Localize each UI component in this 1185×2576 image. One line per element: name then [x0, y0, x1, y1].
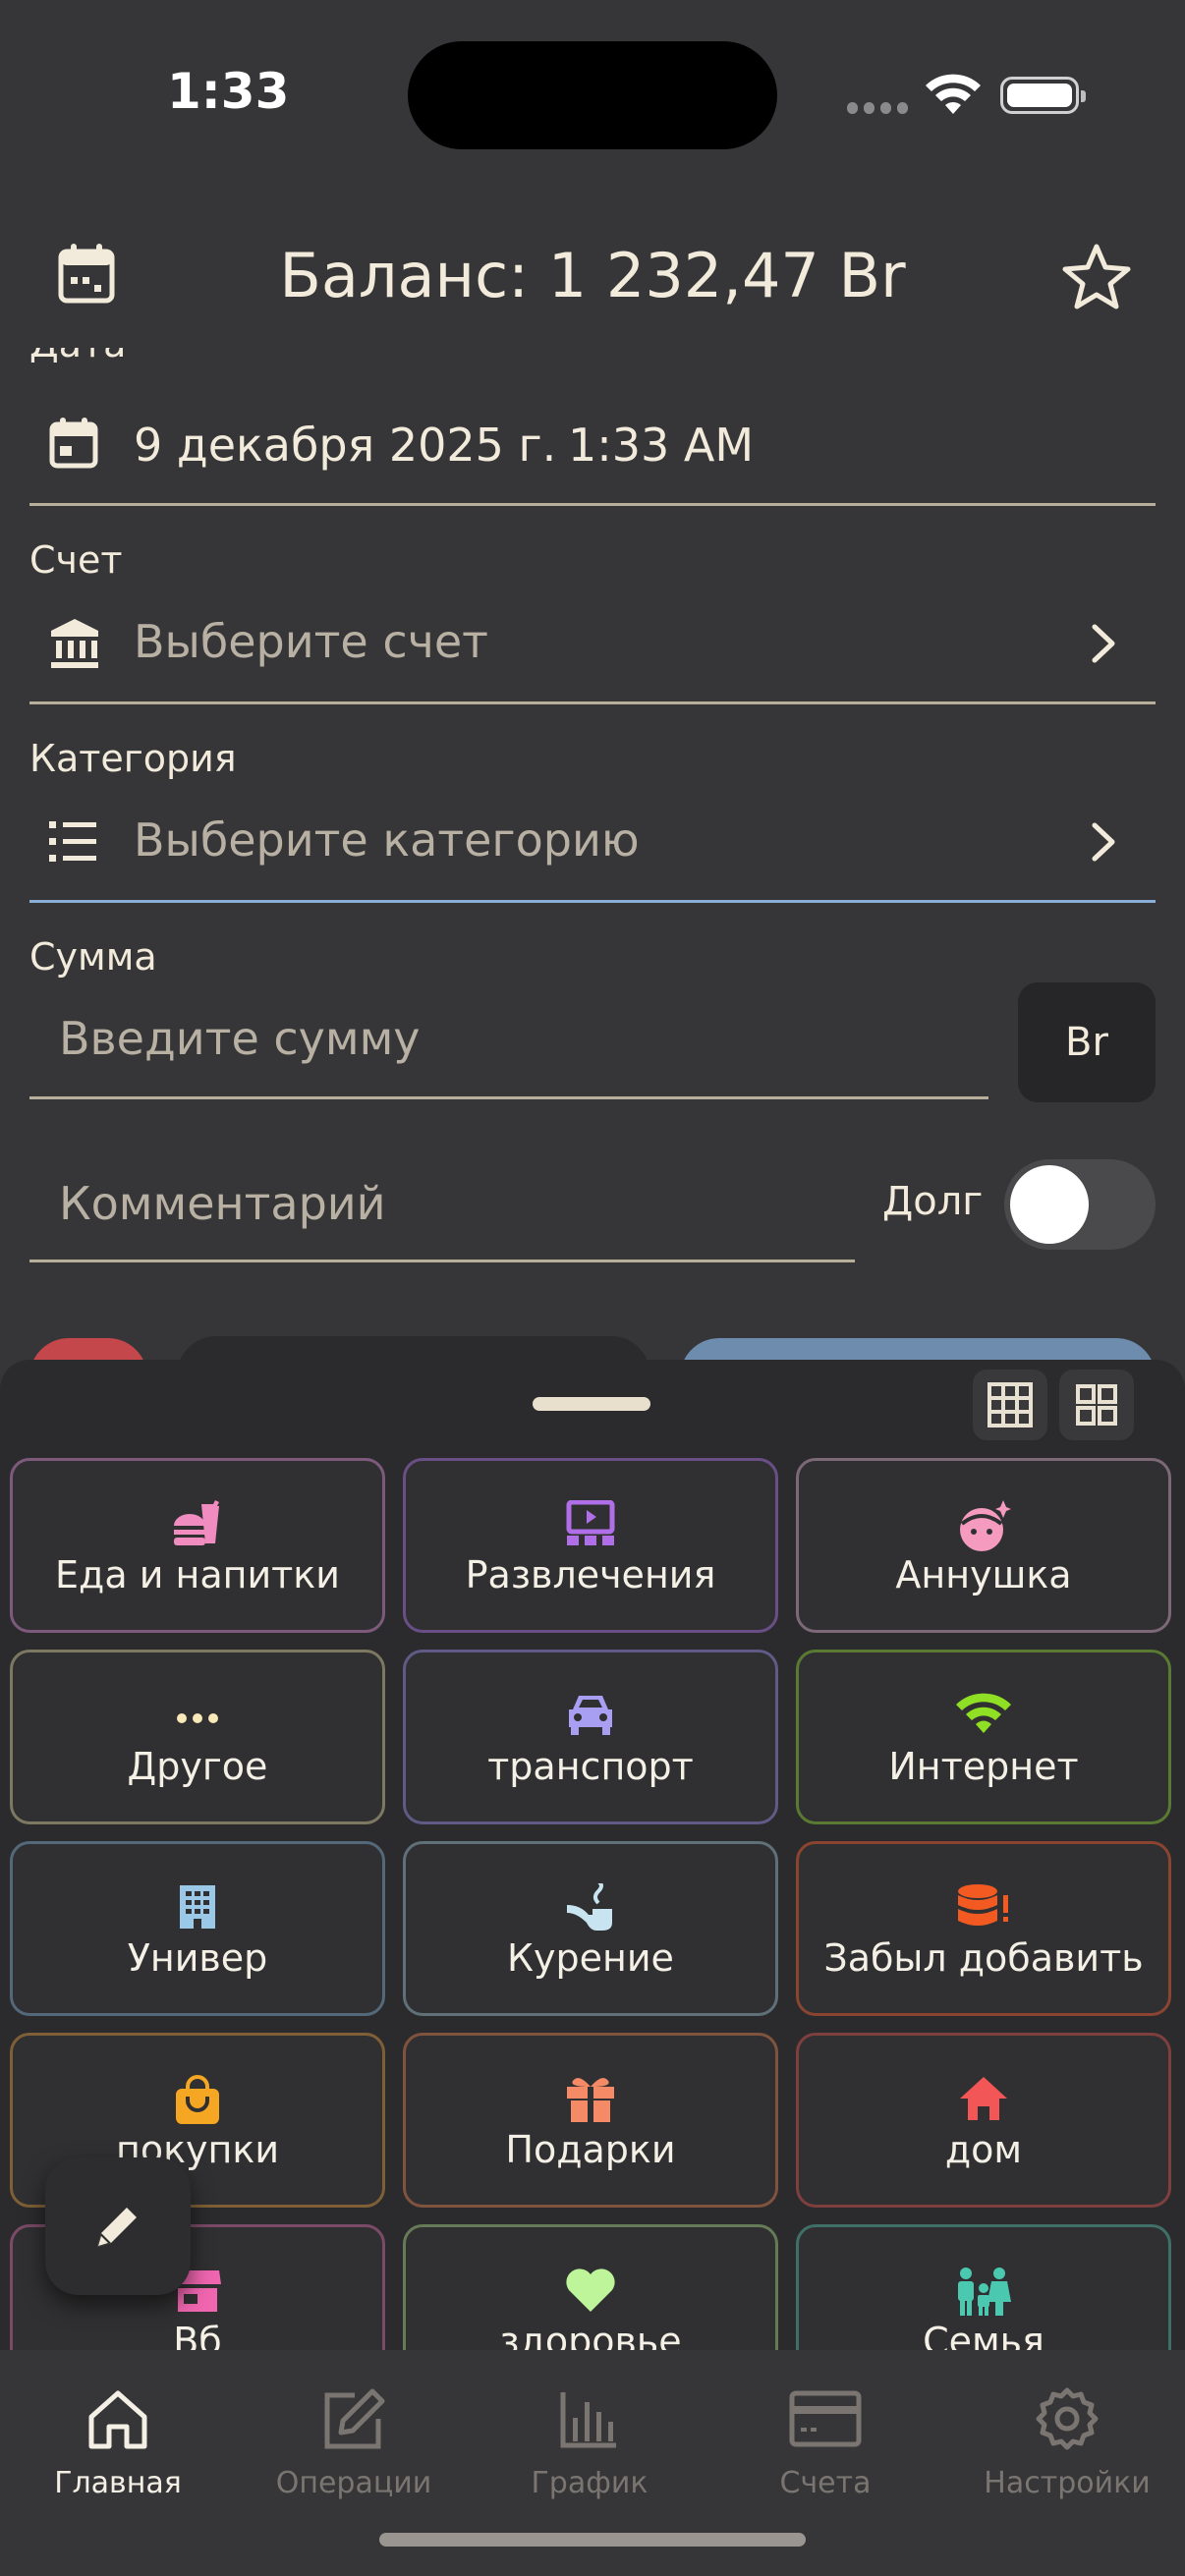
edit-fab-button[interactable] — [45, 2157, 191, 2295]
wifi-status-icon — [926, 74, 981, 114]
signal-icon — [847, 102, 908, 114]
category-card-label: Курение — [507, 1936, 674, 1980]
category-underline-focused — [29, 900, 1156, 903]
home-icon — [88, 2390, 147, 2449]
category-card[interactable]: Развлечения — [403, 1458, 778, 1633]
amount-underline — [29, 1096, 988, 1099]
currency-button[interactable]: Br — [1018, 982, 1156, 1102]
battery-icon — [1000, 77, 1086, 114]
amount-input[interactable]: Введите сумму — [59, 1012, 421, 1065]
category-label: Категория — [29, 737, 237, 780]
building-icon — [13, 1883, 382, 1931]
chevron-right-icon — [1092, 624, 1115, 663]
category-card-label: Подарки — [505, 2128, 676, 2171]
calendar-icon — [49, 418, 98, 469]
bank-icon — [51, 619, 98, 668]
settings-icon — [1036, 2387, 1099, 2450]
date-underline — [29, 503, 1156, 506]
category-card-label: Развлечения — [465, 1553, 716, 1596]
date-value[interactable]: 9 декабря 2025 г. — [134, 419, 556, 472]
tiles-icon — [1076, 1384, 1117, 1426]
time-value[interactable]: 1:33 AM — [568, 419, 754, 472]
bar-chart-icon — [560, 2392, 616, 2448]
face-icon — [799, 1500, 1168, 1551]
category-card-label: Универ — [127, 1936, 268, 1980]
pencil-icon — [97, 2208, 137, 2247]
amount-label: Сумма — [29, 935, 157, 979]
family-icon — [799, 2267, 1168, 2316]
tile-view-button[interactable] — [1059, 1370, 1134, 1440]
chevron-right-icon — [1092, 822, 1115, 862]
account-label: Счет — [29, 538, 123, 582]
dynamic-island — [408, 41, 777, 149]
category-card[interactable]: Забыл добавить — [796, 1841, 1171, 2016]
grid-icon — [988, 1382, 1033, 1428]
category-card-label: здоровье — [499, 2320, 682, 2352]
category-card-label: Еда и напитки — [55, 1553, 340, 1596]
edit-icon — [324, 2388, 385, 2449]
category-card[interactable]: Другое — [10, 1650, 385, 1824]
category-card[interactable]: Интернет — [796, 1650, 1171, 1824]
heart-icon — [406, 2267, 775, 2314]
home-icon — [799, 2075, 1168, 2122]
category-card-label: Другое — [127, 1745, 268, 1788]
tab-chart[interactable]: График — [472, 2380, 707, 2500]
wifi-icon — [799, 1692, 1168, 1739]
grid-view-button[interactable] — [973, 1370, 1047, 1440]
favorite-star-button[interactable] — [1061, 242, 1132, 310]
category-card[interactable]: Универ — [10, 1841, 385, 2016]
pipe-icon — [406, 1883, 775, 1931]
card-icon — [789, 2390, 862, 2447]
car-icon — [406, 1692, 775, 1739]
gift-icon — [406, 2075, 775, 2122]
fastfood-icon — [13, 1500, 382, 1547]
category-card-label: Аннушка — [895, 1553, 1072, 1596]
debt-label: Долг — [882, 1179, 984, 1224]
category-card[interactable]: транспорт — [403, 1650, 778, 1824]
account-placeholder: Выберите счет — [134, 615, 488, 668]
list-icon — [49, 821, 96, 862]
category-card-label: транспорт — [487, 1745, 694, 1788]
tab-settings[interactable]: Настройки — [949, 2380, 1185, 2500]
category-placeholder: Выберите категорию — [134, 813, 640, 867]
home-indicator — [379, 2533, 806, 2547]
category-card[interactable]: Курение — [403, 1841, 778, 2016]
status-time: 1:33 — [167, 63, 290, 120]
tab-operations[interactable]: Операции — [236, 2380, 472, 2500]
account-select[interactable]: Выберите счет — [29, 601, 1156, 700]
debt-toggle[interactable] — [1004, 1159, 1156, 1250]
comment-underline — [29, 1260, 855, 1262]
date-label: Дата — [29, 348, 126, 377]
shopping-bag-icon — [13, 2075, 382, 2124]
category-card[interactable]: Подарки — [403, 2033, 778, 2208]
balance-title: Баланс: 1 232,47 Br — [279, 240, 906, 311]
comment-input[interactable]: Комментарий — [59, 1177, 386, 1230]
tab-home[interactable]: Главная — [0, 2380, 236, 2500]
category-card-label: Интернет — [888, 1745, 1079, 1788]
category-card[interactable]: Семья — [796, 2224, 1171, 2352]
sheet-grabber[interactable] — [533, 1397, 650, 1411]
category-card-label: Вб — [173, 2320, 222, 2352]
movie-icon — [406, 1500, 775, 1547]
category-card[interactable]: Аннушка — [796, 1458, 1171, 1633]
category-card[interactable]: Еда и напитки — [10, 1458, 385, 1633]
tab-accounts[interactable]: Счета — [707, 2380, 943, 2500]
category-card[interactable]: здоровье — [403, 2224, 778, 2352]
category-card-label: Семья — [923, 2320, 1044, 2352]
account-underline — [29, 701, 1156, 704]
category-select[interactable]: Выберите категорию — [29, 800, 1156, 898]
database-alert-icon — [799, 1883, 1168, 1931]
category-card[interactable]: дом — [796, 2033, 1171, 2208]
category-card-label: Забыл добавить — [823, 1936, 1144, 1980]
category-card-label: дом — [944, 2128, 1023, 2171]
more-icon — [13, 1692, 382, 1739]
